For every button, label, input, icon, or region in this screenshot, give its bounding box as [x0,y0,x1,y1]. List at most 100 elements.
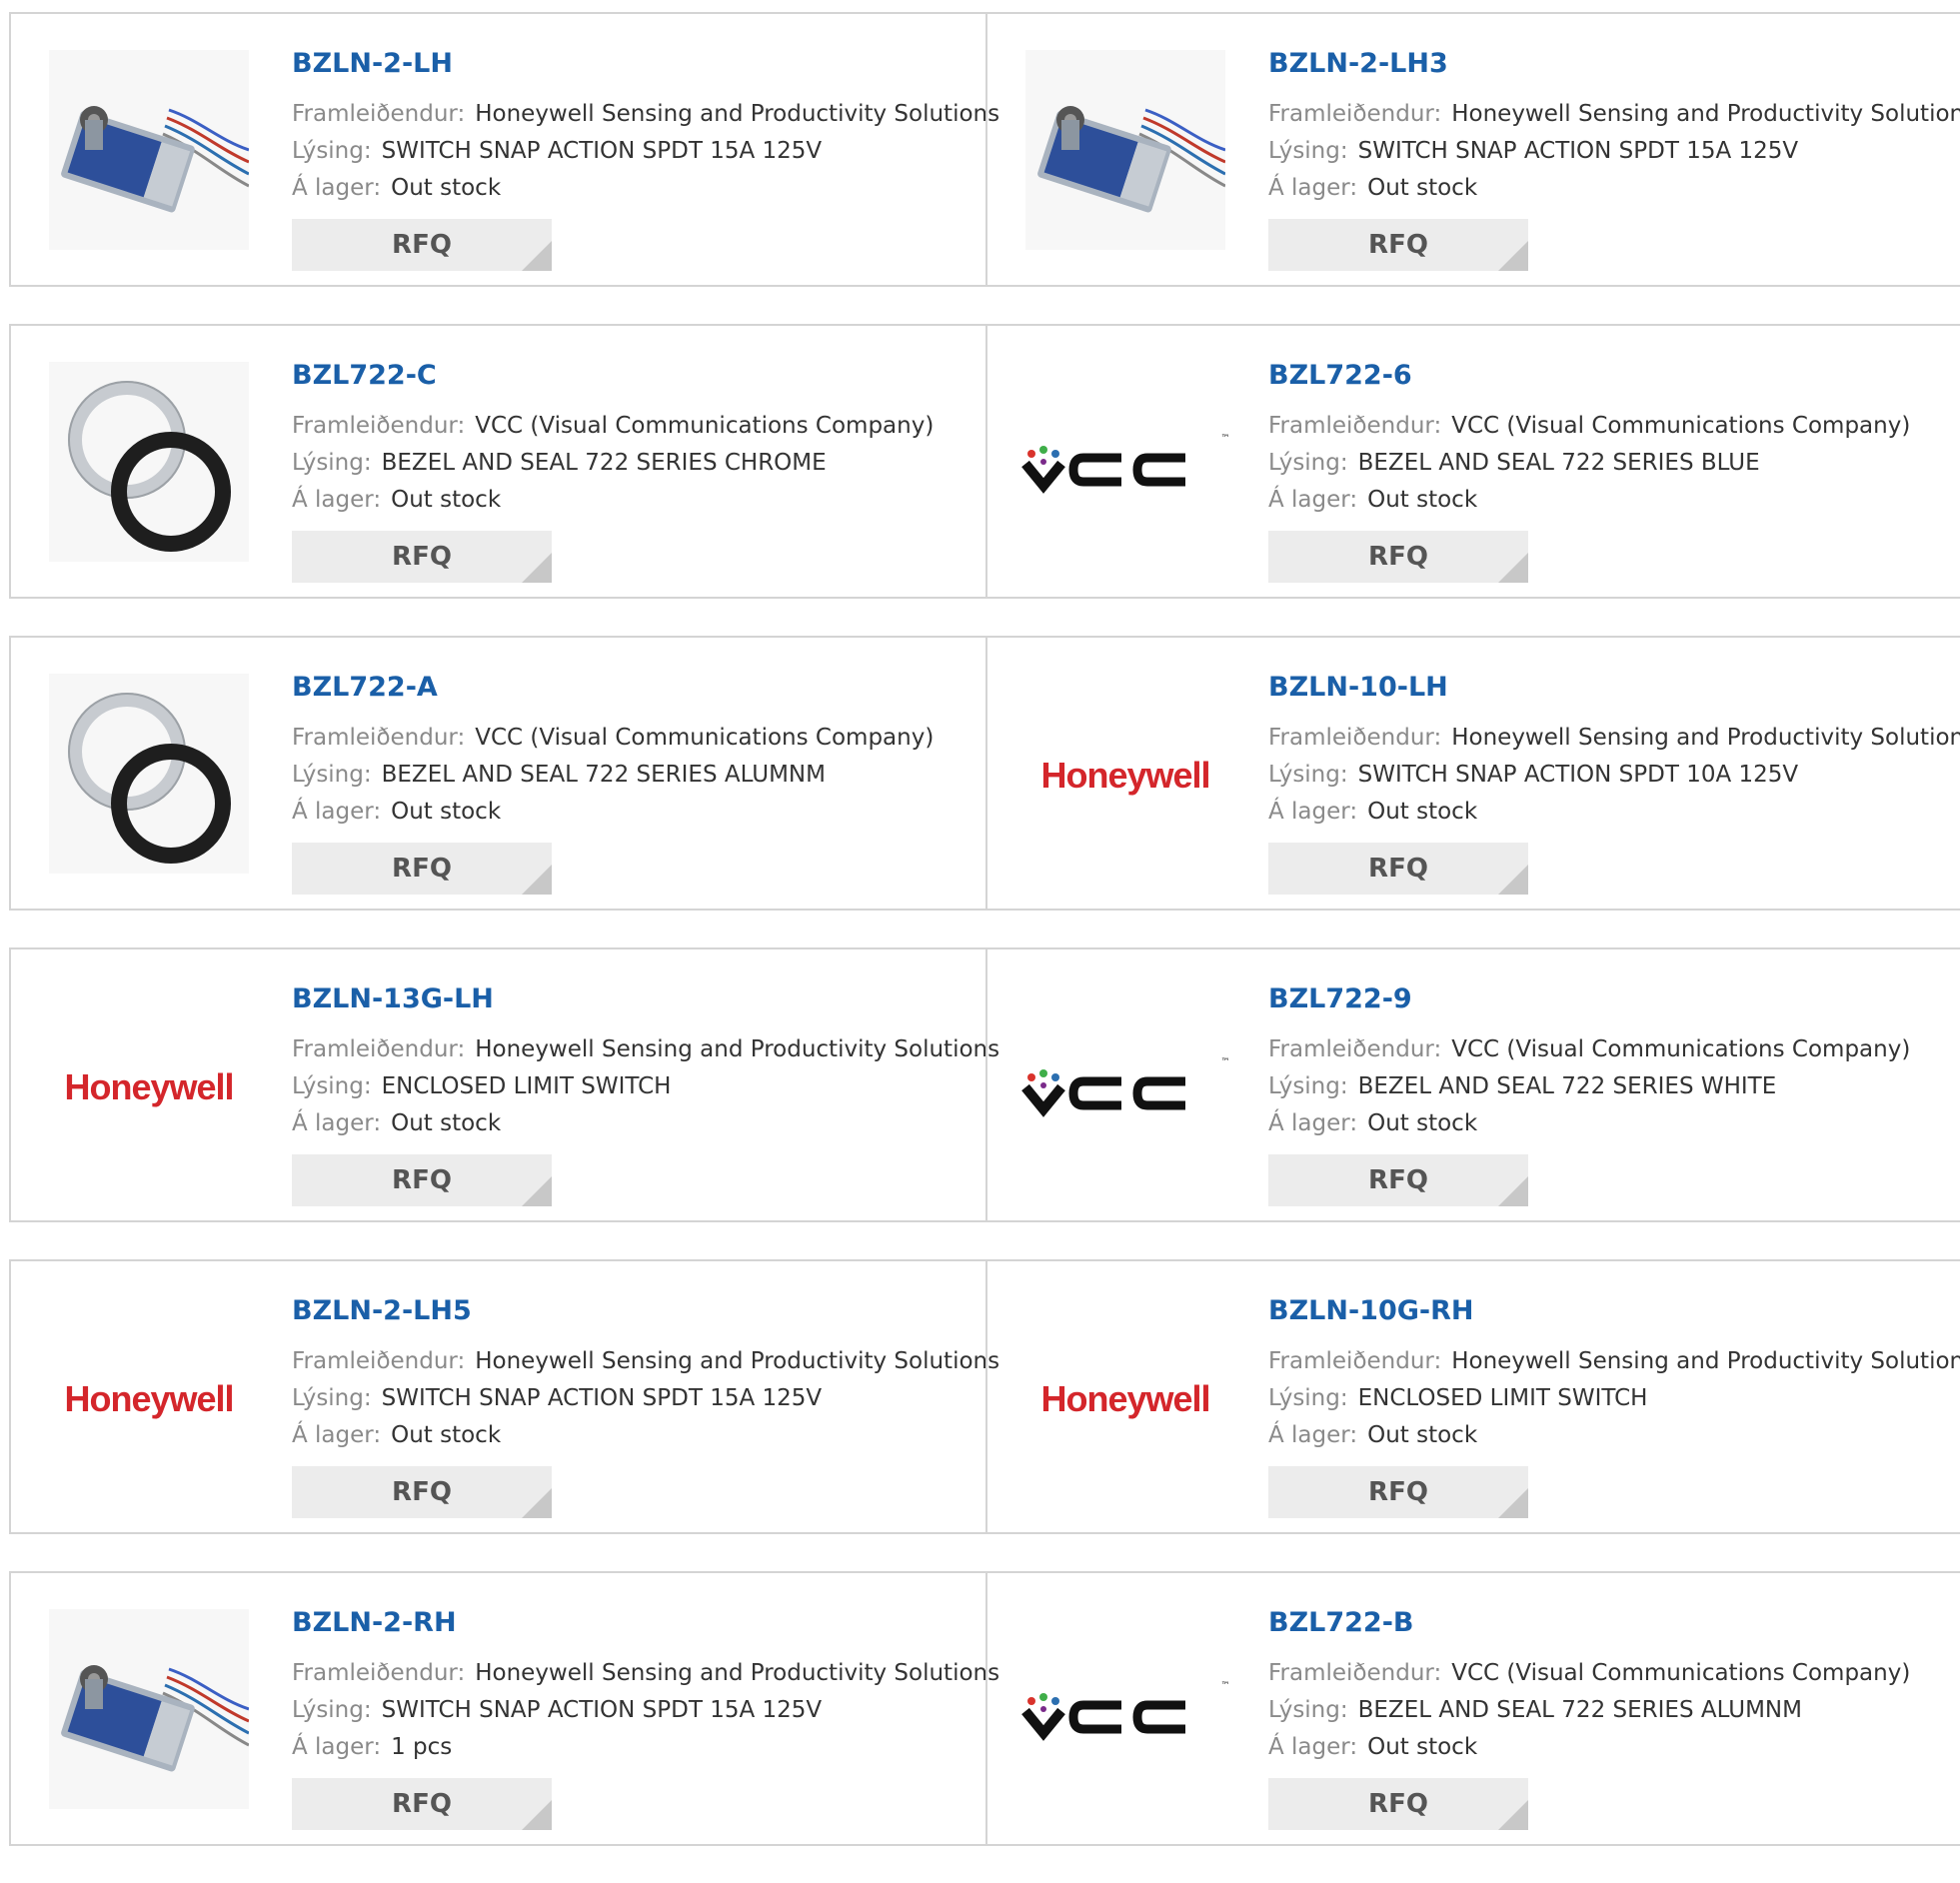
stock-label: Á lager: [292,1110,382,1136]
stock-label: Á lager: [1268,799,1358,825]
rfq-button[interactable]: RFQ [1268,1778,1528,1830]
switch-photo [49,50,250,254]
stock-value: Out stock [1367,487,1478,513]
rfq-button[interactable]: RFQ [292,1778,552,1830]
part-number-link[interactable]: BZL722-9 [1268,979,1910,1019]
product-image[interactable] [49,1609,250,1813]
rfq-label: RFQ [392,1789,452,1819]
rfq-button[interactable]: RFQ [292,219,552,271]
rfq-label: RFQ [392,854,452,884]
description-label: Lýsing: [1268,762,1348,788]
product-image[interactable]: Honeywell [49,987,249,1187]
description-label: Lýsing: [1268,138,1348,164]
corner-fold-icon [522,865,552,895]
rfq-label: RFQ [1368,542,1428,572]
stock-value: Out stock [391,487,502,513]
manufacturer-value: Honeywell Sensing and Productivity Solut… [1451,1348,1960,1374]
description-value: BEZEL AND SEAL 722 SERIES BLUE [1357,450,1760,476]
stock-label: Á lager: [292,1734,382,1760]
part-number-link[interactable]: BZLN-2-LH5 [292,1291,999,1331]
product-image[interactable] [49,362,249,564]
manufacturer-label: Framleiðendur: [1268,1348,1442,1374]
description-label: Lýsing: [292,1073,372,1099]
rfq-button[interactable]: RFQ [292,531,552,583]
manufacturer-value: Honeywell Sensing and Productivity Solut… [475,1036,1000,1062]
corner-fold-icon [522,1176,552,1206]
part-number-link[interactable]: BZLN-2-RH [292,1603,999,1643]
product-card: ™ BZL722-9 Framleiðendur: VCC (Visual Com… [985,949,1960,1220]
rfq-button[interactable]: RFQ [1268,1466,1528,1518]
manufacturer-label: Framleiðendur: [1268,101,1442,127]
rfq-button[interactable]: RFQ [1268,531,1528,583]
product-card: BZLN-2-RH Framleiðendur: Honeywell Sensin… [11,1573,999,1844]
rfq-button[interactable]: RFQ [292,843,552,895]
honeywell-logo: Honeywell [1040,755,1210,796]
corner-fold-icon [1498,1488,1528,1518]
manufacturer-label: Framleiðendur: [292,1036,466,1062]
stock-value: Out stock [391,1110,502,1136]
part-number-link[interactable]: BZL722-C [292,356,934,396]
product-image[interactable]: ™ [1020,987,1230,1187]
manufacturer-value: Honeywell Sensing and Productivity Solut… [1451,101,1960,127]
corner-fold-icon [522,553,552,583]
product-card: BZLN-2-LH3 Framleiðendur: Honeywell Sensi… [985,14,1960,285]
corner-fold-icon [1498,241,1528,271]
part-number-link[interactable]: BZLN-10-LH [1268,668,1960,708]
honeywell-logo: Honeywell [64,1066,234,1107]
product-card: BZL722-C Framleiðendur: VCC (Visual Commu… [11,326,985,597]
description-label: Lýsing: [292,450,372,476]
description-value: SWITCH SNAP ACTION SPDT 15A 125V [381,138,823,164]
product-image[interactable]: Honeywell [1025,1299,1225,1499]
rfq-button[interactable]: RFQ [292,1466,552,1518]
part-number-link[interactable]: BZL722-B [1268,1603,1910,1643]
manufacturer-label: Framleiðendur: [1268,1036,1442,1062]
stock-value: Out stock [1367,799,1478,825]
description-label: Lýsing: [292,138,372,164]
product-image[interactable] [49,674,249,876]
vcc-logo: ™ [1020,434,1230,494]
part-number-link[interactable]: BZLN-13G-LH [292,979,999,1019]
product-image[interactable]: ™ [1020,1611,1230,1811]
product-image[interactable] [49,50,250,254]
stock-label: Á lager: [292,175,382,201]
product-card: Honeywell BZLN-10G-RH Framleiðendur: Hone… [985,1261,1960,1532]
part-number-link[interactable]: BZLN-2-LH [292,44,999,84]
stock-label: Á lager: [1268,175,1358,201]
manufacturer-label: Framleiðendur: [1268,725,1442,751]
part-number-link[interactable]: BZLN-10G-RH [1268,1291,1960,1331]
rfq-button[interactable]: RFQ [1268,1154,1528,1206]
corner-fold-icon [522,1488,552,1518]
manufacturer-label: Framleiðendur: [292,1660,466,1686]
part-number-link[interactable]: BZL722-A [292,668,934,708]
honeywell-logo: Honeywell [64,1378,234,1419]
trademark-symbol: ™ [1220,1681,1230,1691]
rfq-label: RFQ [1368,230,1428,260]
rfq-button[interactable]: RFQ [292,1154,552,1206]
stock-label: Á lager: [292,799,382,825]
description-value: SWITCH SNAP ACTION SPDT 10A 125V [1357,762,1799,788]
product-image[interactable]: Honeywell [49,1299,249,1499]
part-number-link[interactable]: BZLN-2-LH3 [1268,44,1960,84]
product-grid: BZLN-2-LH Framleiðendur: Honeywell Sensin… [9,12,1960,1883]
product-image[interactable]: Honeywell [1025,676,1225,876]
rfq-button[interactable]: RFQ [1268,219,1528,271]
honeywell-logo: Honeywell [1040,1378,1210,1419]
product-row: Honeywell BZLN-13G-LH Framleiðendur: Hone… [9,947,1960,1222]
switch-photo [49,1609,250,1813]
description-value: SWITCH SNAP ACTION SPDT 15A 125V [1357,138,1799,164]
stock-label: Á lager: [292,487,382,513]
stock-value: Out stock [391,175,502,201]
manufacturer-value: VCC (Visual Communications Company) [1451,413,1911,439]
stock-value: Out stock [391,799,502,825]
part-number-link[interactable]: BZL722-6 [1268,356,1910,396]
product-row: Honeywell BZLN-2-LH5 Framleiðendur: Honey… [9,1259,1960,1534]
description-label: Lýsing: [292,1697,372,1723]
rfq-label: RFQ [1368,854,1428,884]
rfq-button[interactable]: RFQ [1268,843,1528,895]
product-image[interactable]: ™ [1020,364,1230,564]
product-image[interactable] [1025,50,1226,252]
trademark-symbol: ™ [1220,434,1230,444]
stock-value: Out stock [391,1422,502,1448]
product-card: Honeywell BZLN-10-LH Framleiðendur: Honey… [985,638,1960,909]
manufacturer-label: Framleiðendur: [292,1348,466,1374]
